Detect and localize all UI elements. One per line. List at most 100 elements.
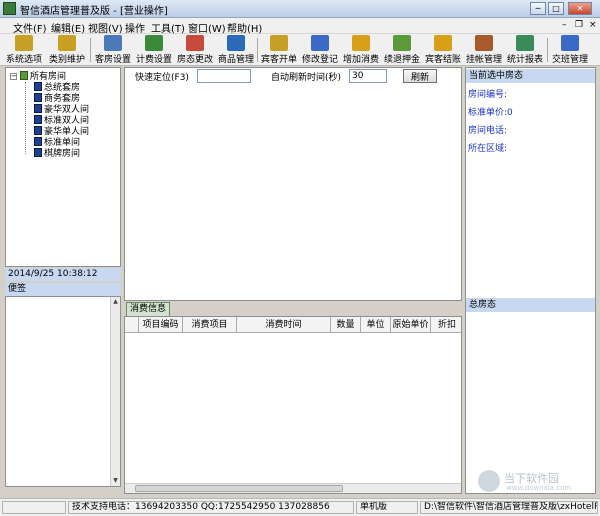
install-path-text: D:\智信软件\智信酒店管理普及版\zxHotelPJD <box>420 501 598 514</box>
toolbar-label: 客房设置 <box>94 55 131 65</box>
toolbar-label: 商品管理 <box>217 55 254 65</box>
menu-edit[interactable]: 编辑(E) <box>51 20 85 35</box>
open-bill-icon <box>270 35 288 51</box>
guest-checkout-button[interactable]: 宾客结账 <box>423 35 463 65</box>
room-tree: − 所有房间 总统套房 商务套房 豪华双人间 标准双人间 豪华单人间 标准单间 … <box>5 67 121 267</box>
mdi-restore-button[interactable]: ❐ <box>575 20 583 30</box>
menu-view[interactable]: 视图(V) <box>88 20 123 35</box>
memo-scrollbar[interactable]: ▲ ▼ <box>110 297 120 486</box>
tree-item-room-type[interactable]: 豪华双人间 <box>34 104 89 115</box>
window-title: 智信酒店管理普及版 - [营业操作] <box>20 6 168 17</box>
room-state-change-button[interactable]: 房态更改 <box>175 35 215 65</box>
toolbar-label: 修改登记 <box>301 55 338 65</box>
column-header[interactable]: 单位 <box>361 317 391 333</box>
add-consumption-button[interactable]: 增加消费 <box>341 35 381 65</box>
checkout-icon <box>434 35 452 51</box>
edit-register-icon <box>311 35 329 51</box>
memo-textarea[interactable]: ▲ ▼ <box>5 296 121 487</box>
tree-item-all-rooms[interactable]: 所有房间 <box>20 71 66 82</box>
deposit-icon <box>393 35 411 51</box>
goods-icon <box>227 35 245 51</box>
column-header[interactable]: 原始单价 <box>391 317 431 333</box>
memo-title: 便签 <box>5 283 121 296</box>
tab-consume-info[interactable]: 消费信息 <box>126 302 170 316</box>
column-header[interactable]: 数量 <box>331 317 361 333</box>
row-indicator <box>125 317 139 333</box>
toolbar-separator <box>90 38 91 62</box>
tree-item-room-type[interactable]: 豪华单人间 <box>34 126 89 137</box>
toolbar-label: 房态更改 <box>176 55 213 65</box>
room-settings-button[interactable]: 客房设置 <box>93 35 133 65</box>
room-type-icon <box>34 104 42 113</box>
tree-connector <box>25 82 26 154</box>
watermark: 当下软件园 www.downxia.com <box>478 470 590 496</box>
key-icon <box>58 35 76 51</box>
shift-management-button[interactable]: 交班管理 <box>550 35 590 65</box>
consume-grid: 项目编码 消费项目 消费时间 数量 单位 原始单价 折扣 <box>124 316 462 494</box>
toolbar-label: 计费设置 <box>135 55 172 65</box>
scroll-thumb[interactable] <box>135 485 343 492</box>
mdi-close-button[interactable]: × <box>589 20 597 30</box>
menu-help[interactable]: 帮助(H) <box>227 20 262 35</box>
room-type-icon <box>34 148 42 157</box>
toolbar-label: 宾客开单 <box>260 55 297 65</box>
maximize-button[interactable]: □ <box>548 2 564 15</box>
deposit-button[interactable]: 续退押金 <box>382 35 422 65</box>
tree-item-room-type[interactable]: 标准单间 <box>34 137 80 148</box>
statistics-report-button[interactable]: 统计报表 <box>505 35 545 65</box>
close-button[interactable]: ✕ <box>568 2 592 15</box>
total-room-status-title: 总房态 <box>466 298 595 312</box>
watermark-logo <box>478 470 500 492</box>
menu-operate[interactable]: 操作 <box>125 20 145 35</box>
menu-window[interactable]: 窗口(W) <box>188 20 226 35</box>
tree-item-label: 商务套房 <box>44 94 81 104</box>
toolbar-label: 续退押金 <box>383 55 420 65</box>
column-header[interactable]: 消费项目 <box>183 317 237 333</box>
tree-item-label: 豪华双人间 <box>44 105 90 115</box>
menu-bar: 文件(F) 编辑(E) 视图(V) 操作 工具(T) 窗口(W) 帮助(H) –… <box>0 18 600 35</box>
modify-register-button[interactable]: 修改登记 <box>300 35 340 65</box>
toolbar-label: 类别维护 <box>48 55 85 65</box>
shift-icon <box>561 35 579 51</box>
grid-horizontal-scrollbar[interactable] <box>125 483 461 493</box>
category-maintain-button[interactable]: 类别维护 <box>46 35 88 65</box>
tree-item-room-type[interactable]: 商务套房 <box>34 93 80 104</box>
tree-item-label: 豪华单人间 <box>44 127 90 137</box>
room-type-icon <box>34 137 42 146</box>
menu-file[interactable]: 文件(F) <box>13 20 47 35</box>
tree-item-room-type[interactable]: 标准双人间 <box>34 115 89 126</box>
minimize-button[interactable]: ─ <box>530 2 546 15</box>
title-bar: 智信酒店管理普及版 - [营业操作] ─ □ ✕ <box>0 0 600 18</box>
column-header[interactable]: 折扣 <box>431 317 461 333</box>
status-empty-cell <box>2 501 66 514</box>
scroll-down-icon[interactable]: ▼ <box>111 476 120 486</box>
system-options-button[interactable]: 系统选项 <box>4 35 44 65</box>
quick-locate-label: 快速定位(F3) <box>135 73 189 83</box>
toolbar-label: 挂帐管理 <box>465 55 502 65</box>
guest-open-bill-button[interactable]: 宾客开单 <box>259 35 299 65</box>
tree-item-room-type[interactable]: 总统套房 <box>34 82 80 93</box>
goods-management-button[interactable]: 商品管理 <box>216 35 256 65</box>
scroll-up-icon[interactable]: ▲ <box>111 297 120 307</box>
column-header[interactable]: 项目编码 <box>139 317 183 333</box>
room-icon <box>104 35 122 51</box>
add-consume-icon <box>352 35 370 51</box>
folder-icon <box>20 71 28 80</box>
quick-locate-input[interactable] <box>197 69 251 83</box>
tree-collapse-toggle[interactable]: − <box>10 73 17 80</box>
room-type-icon <box>34 126 42 135</box>
tree-item-room-type[interactable]: 棋牌房间 <box>34 148 80 159</box>
money-icon <box>145 35 163 51</box>
refresh-button[interactable]: 刷新 <box>403 69 437 83</box>
toolbar-separator <box>257 38 258 62</box>
credit-management-button[interactable]: 挂帐管理 <box>464 35 504 65</box>
auto-refresh-seconds-input[interactable] <box>349 69 387 83</box>
menu-tools[interactable]: 工具(T) <box>151 20 185 35</box>
billing-settings-button[interactable]: 计费设置 <box>134 35 174 65</box>
mdi-minimize-button[interactable]: – <box>562 20 567 30</box>
current-datetime: 2014/9/25 10:38:12 <box>5 268 121 281</box>
column-header[interactable]: 消费时间 <box>237 317 331 333</box>
support-phone-text: 技术支持电话：13694203350 QQ:1725542950 1370288… <box>68 501 354 514</box>
tree-item-label: 总统套房 <box>44 83 81 93</box>
consume-grid-header: 项目编码 消费项目 消费时间 数量 单位 原始单价 折扣 <box>125 317 461 333</box>
